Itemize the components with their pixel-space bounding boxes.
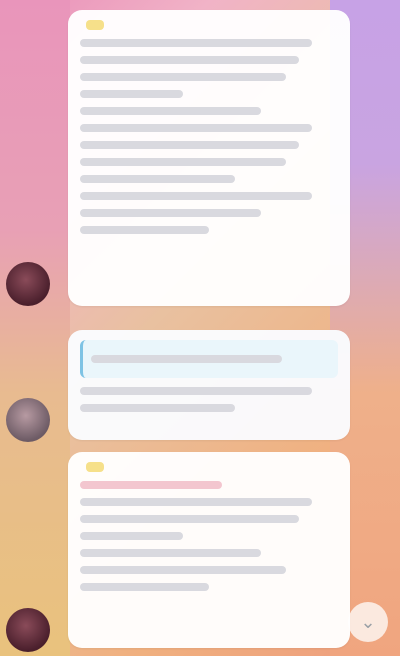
chevron-down-icon: ⌄: [360, 611, 376, 632]
chat-background-left: [0, 0, 70, 656]
message-text-line: [80, 141, 300, 149]
message-text-line: [80, 124, 313, 132]
message-text-line: [80, 549, 261, 557]
message-text-line: [80, 226, 209, 234]
message-text-line: [80, 583, 209, 591]
message-text-line: [80, 192, 313, 200]
message-text-line: [80, 532, 184, 540]
message-bubble[interactable]: [68, 10, 350, 306]
message-text-line: [80, 56, 300, 64]
message-text-line: [80, 158, 287, 166]
sender-badge-icon: [86, 462, 104, 472]
message-bubble[interactable]: [68, 330, 350, 440]
message-sender[interactable]: [80, 462, 338, 472]
message-text-line: [80, 387, 313, 395]
reply-preview[interactable]: [80, 340, 338, 378]
message-text-line: [80, 90, 184, 98]
message-text-line: [80, 107, 261, 115]
sender-badge-icon: [86, 20, 104, 30]
avatar[interactable]: [6, 262, 50, 306]
message-text-line: [80, 73, 287, 81]
message-bubble[interactable]: [68, 452, 350, 648]
message-sender[interactable]: [80, 20, 338, 30]
avatar[interactable]: [6, 608, 50, 652]
reply-text-line: [91, 355, 283, 363]
avatar[interactable]: [6, 398, 50, 442]
message-text-line: [80, 404, 235, 412]
message-text-line: [80, 515, 300, 523]
message-text-line: [80, 39, 313, 47]
message-link[interactable]: [80, 481, 222, 489]
message-text-line: [80, 566, 287, 574]
scroll-down-button[interactable]: ⌄: [348, 602, 388, 642]
message-text-line: [80, 209, 261, 217]
message-text-line: [80, 175, 235, 183]
message-text-line: [80, 498, 313, 506]
